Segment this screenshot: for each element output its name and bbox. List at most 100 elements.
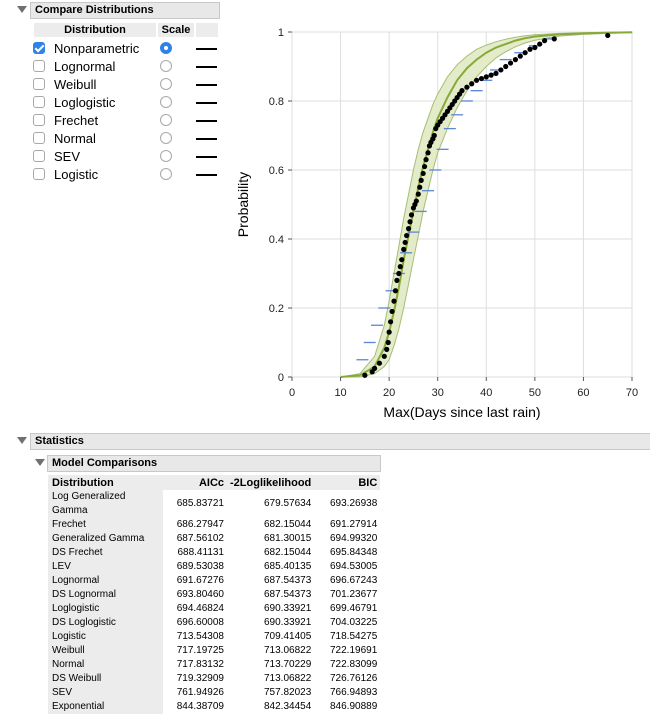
cell-aicc: 713.54308 — [176, 631, 224, 642]
scale-radio[interactable] — [160, 78, 172, 90]
data-point — [388, 319, 394, 325]
data-point — [396, 270, 402, 277]
statistics-title: Statistics — [35, 435, 84, 447]
data-point — [384, 346, 390, 352]
data-point — [488, 72, 494, 78]
distribution-checkbox[interactable] — [33, 132, 45, 144]
statistics-header[interactable]: Statistics — [30, 433, 650, 450]
data-point — [503, 63, 509, 70]
table-row: Normal 717.83132 713.70229 722.83099 — [48, 658, 380, 672]
data-point — [498, 67, 504, 73]
y-tick-label: 0.4 — [269, 234, 284, 246]
data-point — [422, 163, 428, 170]
collapse-triangle-icon[interactable] — [17, 6, 27, 13]
cell-loglikelihood: 681.30015 — [264, 533, 312, 544]
table-row: LEV 689.53038 685.40135 694.53005 — [48, 560, 380, 574]
table-row: Loglogistic 694.46824 690.33921 699.46791 — [48, 602, 380, 616]
column-header-aicc[interactable]: AICc — [163, 475, 227, 490]
data-point — [417, 184, 423, 190]
compare-distributions-header[interactable]: Compare Distributions — [30, 2, 220, 19]
data-point — [464, 84, 470, 90]
model-comparisons-header[interactable]: Model Comparisons — [47, 455, 381, 472]
cell-bic: 691.27914 — [330, 519, 378, 530]
collapse-triangle-icon[interactable] — [35, 459, 45, 466]
distribution-checkbox[interactable] — [33, 114, 45, 126]
table-row: DS Frechet 688.41131 682.15044 695.84348 — [48, 546, 380, 560]
x-tick-label: 70 — [626, 387, 638, 399]
cell-loglikelihood: 713.70229 — [264, 659, 312, 670]
cell-loglikelihood: 685.40135 — [264, 561, 312, 572]
cell-bic: 704.03225 — [330, 617, 378, 628]
column-header-loglikelihood[interactable]: -2Loglikelihood — [227, 475, 315, 490]
cell-loglikelihood: 682.15044 — [264, 547, 312, 558]
cell-loglikelihood: 679.57634 — [264, 498, 312, 509]
distribution-checkbox[interactable] — [33, 150, 45, 162]
line-style-swatch[interactable] — [196, 138, 217, 140]
table-row: Lognormal 691.67276 687.54373 696.67243 — [48, 574, 380, 588]
cell-aicc: 693.80460 — [176, 589, 224, 600]
line-style-swatch[interactable] — [196, 174, 217, 176]
cdf-plot: 0 10 20 30 40 50 60 70 0 0.2 0.4 0.6 0.8 1 Max(Days si… — [235, 27, 638, 420]
data-point — [431, 132, 437, 139]
column-header-bic[interactable]: BIC — [314, 475, 381, 490]
cell-bic: 718.54275 — [330, 631, 378, 642]
scale-radio[interactable] — [160, 96, 172, 108]
distribution-checkbox[interactable] — [33, 60, 45, 72]
x-tick-label: 60 — [577, 387, 589, 399]
data-point — [362, 372, 368, 378]
data-point — [386, 329, 392, 335]
data-point — [381, 353, 387, 359]
cell-distribution: Exponential — [48, 700, 163, 714]
distribution-label: Weibull — [54, 77, 97, 92]
cell-aicc: 761.94926 — [176, 687, 224, 698]
model-comparisons-table: Distribution AICc -2Loglikelihood BIC Lo… — [48, 475, 381, 714]
column-header-distribution[interactable]: Distribution — [48, 475, 163, 490]
data-point — [371, 365, 378, 371]
line-style-swatch[interactable] — [196, 48, 217, 50]
scale-radio[interactable] — [160, 168, 172, 180]
x-tick-label: 0 — [289, 387, 295, 399]
data-point — [404, 232, 410, 239]
data-point — [483, 74, 489, 80]
distribution-label: Frechet — [54, 113, 99, 128]
collapse-triangle-icon[interactable] — [17, 437, 27, 444]
table-row: DS Lognormal 693.80460 687.54373 701.23677 — [48, 588, 380, 602]
table-row: DS Weibull 719.32909 713.06822 726.76126 — [48, 672, 380, 686]
cell-distribution: DS Loglogistic — [48, 616, 163, 630]
scale-radio[interactable] — [160, 132, 172, 144]
data-point — [473, 77, 480, 83]
x-axis-label: Max(Days since last rain) — [383, 404, 540, 420]
y-tick-label: 0.6 — [269, 165, 284, 177]
line-style-swatch[interactable] — [196, 66, 217, 68]
table-row: Frechet 686.27947 682.15044 691.27914 — [48, 518, 380, 532]
data-point — [423, 157, 429, 163]
data-point — [469, 81, 475, 87]
cell-bic: 695.84348 — [330, 547, 378, 558]
data-point — [541, 38, 548, 44]
cell-aicc: 694.46824 — [176, 603, 224, 614]
cell-loglikelihood: 682.15044 — [264, 519, 312, 530]
data-point — [413, 198, 419, 204]
table-row: Log Generalized Gamma 685.83721 679.57634 6… — [48, 490, 380, 518]
cell-loglikelihood: 687.54373 — [264, 575, 312, 586]
y-tick-label: 1 — [278, 27, 284, 39]
distribution-checkbox[interactable] — [33, 78, 45, 90]
distribution-checkbox[interactable] — [33, 96, 45, 108]
distribution-row: Loglogistic — [33, 94, 223, 112]
scale-radio[interactable] — [160, 42, 172, 54]
distribution-checkbox[interactable] — [33, 42, 45, 54]
scale-radio[interactable] — [160, 150, 172, 162]
line-style-swatch[interactable] — [196, 102, 217, 104]
distribution-checkbox[interactable] — [33, 168, 45, 180]
data-point — [493, 70, 499, 76]
scale-radio[interactable] — [160, 114, 172, 126]
line-style-swatch[interactable] — [196, 156, 217, 158]
cell-aicc: 685.83721 — [176, 498, 224, 509]
scale-radio[interactable] — [160, 60, 172, 72]
distribution-label: SEV — [54, 149, 81, 164]
line-style-swatch[interactable] — [196, 84, 217, 86]
data-point — [420, 170, 426, 177]
cell-aicc: 687.56102 — [176, 533, 224, 544]
line-style-swatch[interactable] — [196, 120, 217, 122]
cell-aicc: 691.67276 — [176, 575, 224, 586]
